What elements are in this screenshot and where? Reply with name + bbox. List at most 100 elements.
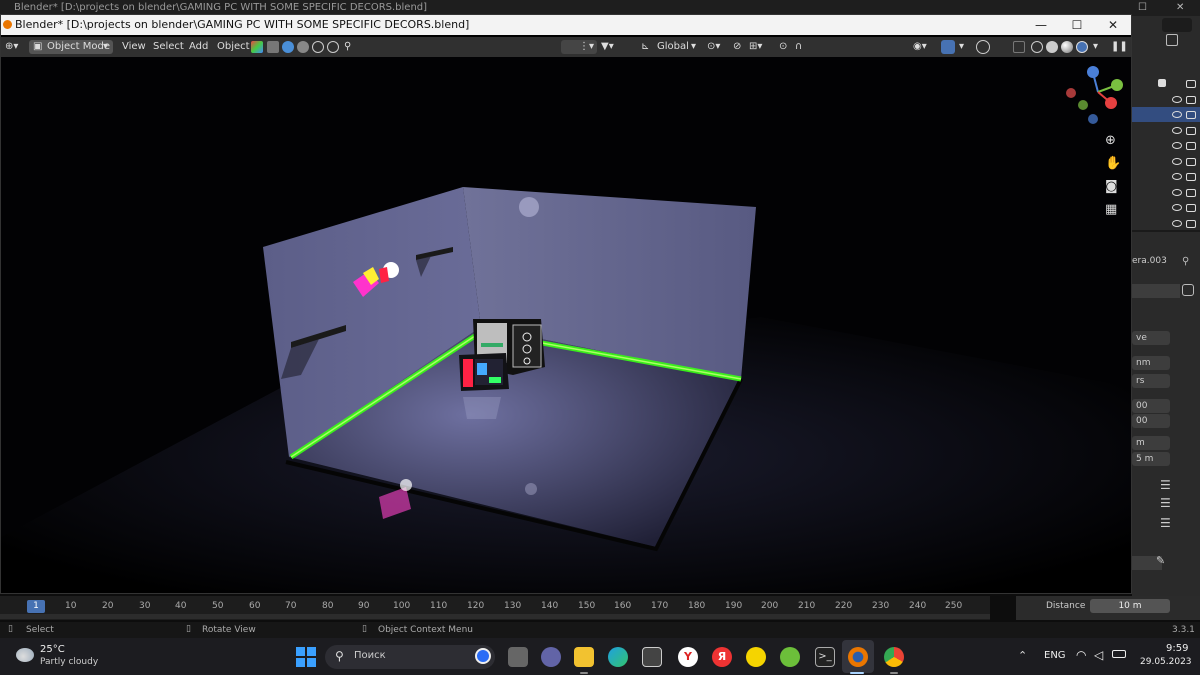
properties-field[interactable]: m [1132,436,1170,450]
grid-view-icon[interactable]: ▦ [1105,202,1117,217]
globe-icon[interactable] [327,41,339,53]
utorrent-icon[interactable] [780,647,800,667]
gizmo-x-axis[interactable] [1105,97,1117,109]
maximize-button[interactable]: ☐ [1059,15,1095,35]
eye-icon[interactable] [1172,142,1182,149]
language-indicator[interactable]: ENG [1044,650,1066,661]
eye-icon[interactable] [1172,220,1182,227]
editor-type-icon[interactable]: ⊕▾ [5,40,18,54]
camera-icon[interactable] [1186,158,1196,166]
3d-viewport[interactable]: ⊕ ✋ ◙ ▦ [1,57,1131,593]
terminal-icon[interactable]: >_ [815,647,835,667]
file-explorer-icon[interactable] [574,647,594,667]
eye-icon[interactable] [1172,158,1182,165]
weather-temperature[interactable]: 25°C [40,644,65,655]
volume-icon[interactable]: ◁ [1094,648,1103,662]
close-button[interactable]: ✕ [1095,15,1131,35]
properties-field[interactable] [1132,284,1180,298]
camera-icon[interactable] [1186,127,1196,135]
select-box-icon[interactable] [267,41,279,53]
menu-add[interactable]: Add [189,40,208,54]
timeline-scrollbar[interactable] [0,614,990,619]
camera-icon[interactable] [1186,80,1196,88]
chevron-down-icon[interactable]: ▾ [959,40,964,54]
camera-icon[interactable] [1186,173,1196,181]
pin-icon[interactable]: ⚲ [1182,256,1189,267]
yandex-icon[interactable]: Я [712,647,732,667]
solid-shading-icon[interactable] [1046,41,1058,53]
snap-target-icon[interactable]: ⊞▾ [749,40,762,54]
search-icon[interactable]: ⚲ [344,40,351,54]
music-app-icon[interactable] [746,647,766,667]
blender-app-icon[interactable] [848,647,868,667]
proportional-edit-icon[interactable]: ⊙ [779,40,787,54]
list-icon[interactable]: ☰ [1160,516,1171,530]
properties-field[interactable]: 00 [1132,414,1170,428]
edge-browser-icon[interactable] [608,647,628,667]
camera-icon[interactable] [1186,220,1196,228]
taskbar-search-placeholder[interactable]: Поиск [354,650,386,661]
wireframe-shading-icon[interactable] [1031,41,1043,53]
hierarchy-icon[interactable]: ⋮▾ [579,40,594,54]
properties-dropdown[interactable]: ve [1132,331,1170,345]
camera-icon[interactable] [1186,204,1196,212]
pivot-icon[interactable]: ⊙▾ [707,40,720,54]
weather-cloud-icon[interactable] [16,648,34,662]
eye-icon[interactable] [1172,204,1182,211]
falloff-icon[interactable]: ∩ [795,40,802,54]
snap-icon[interactable]: ⊘ [733,40,741,54]
task-view-icon[interactable] [508,647,528,667]
overlay-icon[interactable] [976,40,990,54]
chevron-down-icon[interactable]: ▾ [1093,40,1098,54]
background-close-button[interactable]: ✕ [1176,0,1184,16]
menu-view[interactable]: View [122,40,146,54]
camera-icon[interactable] [1186,189,1196,197]
addon-icon[interactable] [251,41,263,53]
camera-icon[interactable] [1186,111,1196,119]
checkbox-icon[interactable] [1158,79,1166,87]
clock-time[interactable]: 9:59 [1166,643,1188,654]
clock-date[interactable]: 29.05.2023 [1140,657,1192,667]
taskbar-search-box[interactable] [325,645,495,669]
distance-field[interactable]: 10 m [1090,599,1170,613]
pause-icon[interactable]: ❚❚ [1111,40,1128,54]
menu-select[interactable]: Select [153,40,184,54]
chat-icon[interactable] [541,647,561,667]
list-icon[interactable]: ☰ [1160,496,1171,510]
menu-object[interactable]: Object [217,40,250,54]
gizmo-z-axis[interactable] [1087,66,1099,78]
transform-orientation-label[interactable]: Global [657,40,689,54]
list-icon[interactable]: ☰ [1160,478,1171,492]
zoom-icon[interactable]: ⊕ [1105,133,1116,148]
wifi-icon[interactable]: ◠ [1076,648,1086,662]
chrome-icon[interactable] [884,647,904,667]
eye-icon[interactable] [1172,96,1182,103]
outliner-filter-icon[interactable] [1166,34,1178,46]
xray-icon[interactable] [1013,41,1025,53]
chevron-up-icon[interactable]: ⌃ [1018,649,1027,662]
battery-icon[interactable] [1112,650,1126,658]
gizmo-toggle-icon[interactable] [941,40,955,54]
microsoft-store-icon[interactable] [642,647,662,667]
material-shading-icon[interactable] [1061,41,1073,53]
eye-icon[interactable] [1172,127,1182,134]
camera-icon[interactable] [1186,142,1196,150]
shield-icon[interactable] [1182,284,1194,296]
globe-icon[interactable] [297,41,309,53]
eye-icon[interactable] [1172,111,1182,118]
current-frame-indicator[interactable]: 1 [27,600,45,613]
eye-icon[interactable] [1172,173,1182,180]
camera-icon[interactable] [1186,96,1196,104]
globe-icon[interactable] [312,41,324,53]
hand-pan-icon[interactable]: ✋ [1105,156,1121,171]
properties-field[interactable]: nm [1132,356,1170,370]
globe-icon[interactable] [282,41,294,53]
windows-start-icon[interactable] [296,647,316,667]
visibility-icon[interactable]: ◉▾ [913,40,927,54]
properties-field[interactable]: 5 m [1132,452,1170,466]
yandex-browser-icon[interactable]: Y [678,647,698,667]
bing-icon[interactable] [475,648,491,664]
eyedropper-icon[interactable]: ✎ [1156,554,1165,567]
weather-description[interactable]: Partly cloudy [40,657,98,667]
minimize-button[interactable]: — [1023,15,1059,35]
